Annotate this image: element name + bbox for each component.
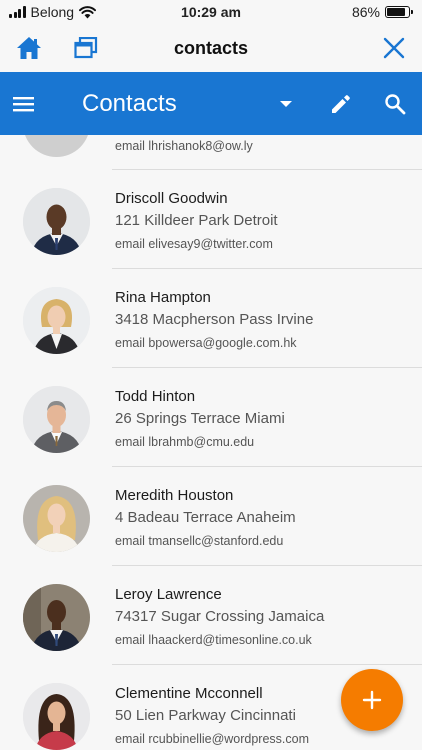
- menu-icon: [13, 97, 34, 112]
- contact-name: Clementine Mcconnell: [115, 685, 263, 702]
- contact-name: Rina Hampton: [115, 289, 211, 306]
- contact-address: 3418 Macpherson Pass Irvine: [115, 311, 314, 328]
- close-icon: [383, 37, 405, 59]
- avatar: [23, 485, 90, 552]
- contact-name: Leroy Lawrence: [115, 586, 222, 603]
- avatar: [23, 584, 90, 651]
- contact-row[interactable]: Todd Hinton 26 Springs Terrace Miami ema…: [0, 368, 422, 467]
- contact-email: email tmansellc@stanford.edu: [115, 534, 284, 548]
- contact-address: 74317 Sugar Crossing Jamaica: [115, 608, 325, 625]
- contact-email: email lhaackerd@timesonline.co.uk: [115, 633, 312, 647]
- contact-row[interactable]: email lhrishanok8@ow.ly: [0, 135, 422, 170]
- search-icon: [385, 94, 406, 115]
- plus-icon: [362, 690, 382, 710]
- add-contact-button[interactable]: [341, 669, 403, 731]
- web-header-title: contacts: [173, 38, 249, 58]
- page-title: Contacts: [82, 90, 177, 117]
- contact-email: email lbrahmb@cmu.edu: [115, 435, 255, 449]
- app-bar: Contacts: [0, 72, 422, 135]
- avatar: [23, 287, 90, 354]
- contact-address: 121 Killdeer Park Detroit: [115, 212, 278, 229]
- dropdown-caret-icon: [280, 101, 292, 107]
- contact-name: Meredith Houston: [115, 487, 234, 504]
- close-button[interactable]: [380, 34, 408, 62]
- contact-email: email rcubbinellie@wordpress.com: [115, 732, 310, 746]
- contact-row[interactable]: Driscoll Goodwin 121 Killdeer Park Detro…: [0, 170, 422, 269]
- contact-list[interactable]: email lhrishanok8@ow.ly Driscoll Goodwin…: [0, 135, 422, 750]
- avatar: [23, 386, 90, 453]
- battery-icon: [385, 6, 413, 18]
- contact-email: email lhrishanok8@ow.ly: [115, 139, 253, 153]
- avatar: [23, 188, 90, 255]
- menu-button[interactable]: [12, 88, 52, 120]
- battery-percent: 86%: [351, 4, 380, 20]
- dropdown-button[interactable]: [270, 88, 302, 120]
- contact-name: Driscoll Goodwin: [115, 190, 228, 207]
- contact-address: 4 Badeau Terrace Anaheim: [115, 509, 296, 526]
- contact-name: Todd Hinton: [115, 388, 196, 405]
- status-bar: Belong 10:29 am 86%: [0, 0, 422, 24]
- edit-icon: [332, 95, 350, 113]
- edit-button[interactable]: [325, 88, 357, 120]
- web-header: contacts: [0, 24, 422, 72]
- contact-row[interactable]: Rina Hampton 3418 Macpherson Pass Irvine…: [0, 269, 422, 368]
- search-button[interactable]: [379, 88, 411, 120]
- contact-address: 50 Lien Parkway Cincinnati: [115, 707, 296, 724]
- avatar: [23, 135, 90, 157]
- contact-email: email elivesay9@twitter.com: [115, 237, 273, 251]
- contact-row[interactable]: Leroy Lawrence 74317 Sugar Crossing Jama…: [0, 566, 422, 665]
- avatar: [23, 683, 90, 750]
- contact-email: email bpowersa@google.com.hk: [115, 336, 297, 350]
- contact-address: 26 Springs Terrace Miami: [115, 410, 285, 427]
- contact-row[interactable]: Meredith Houston 4 Badeau Terrace Anahei…: [0, 467, 422, 566]
